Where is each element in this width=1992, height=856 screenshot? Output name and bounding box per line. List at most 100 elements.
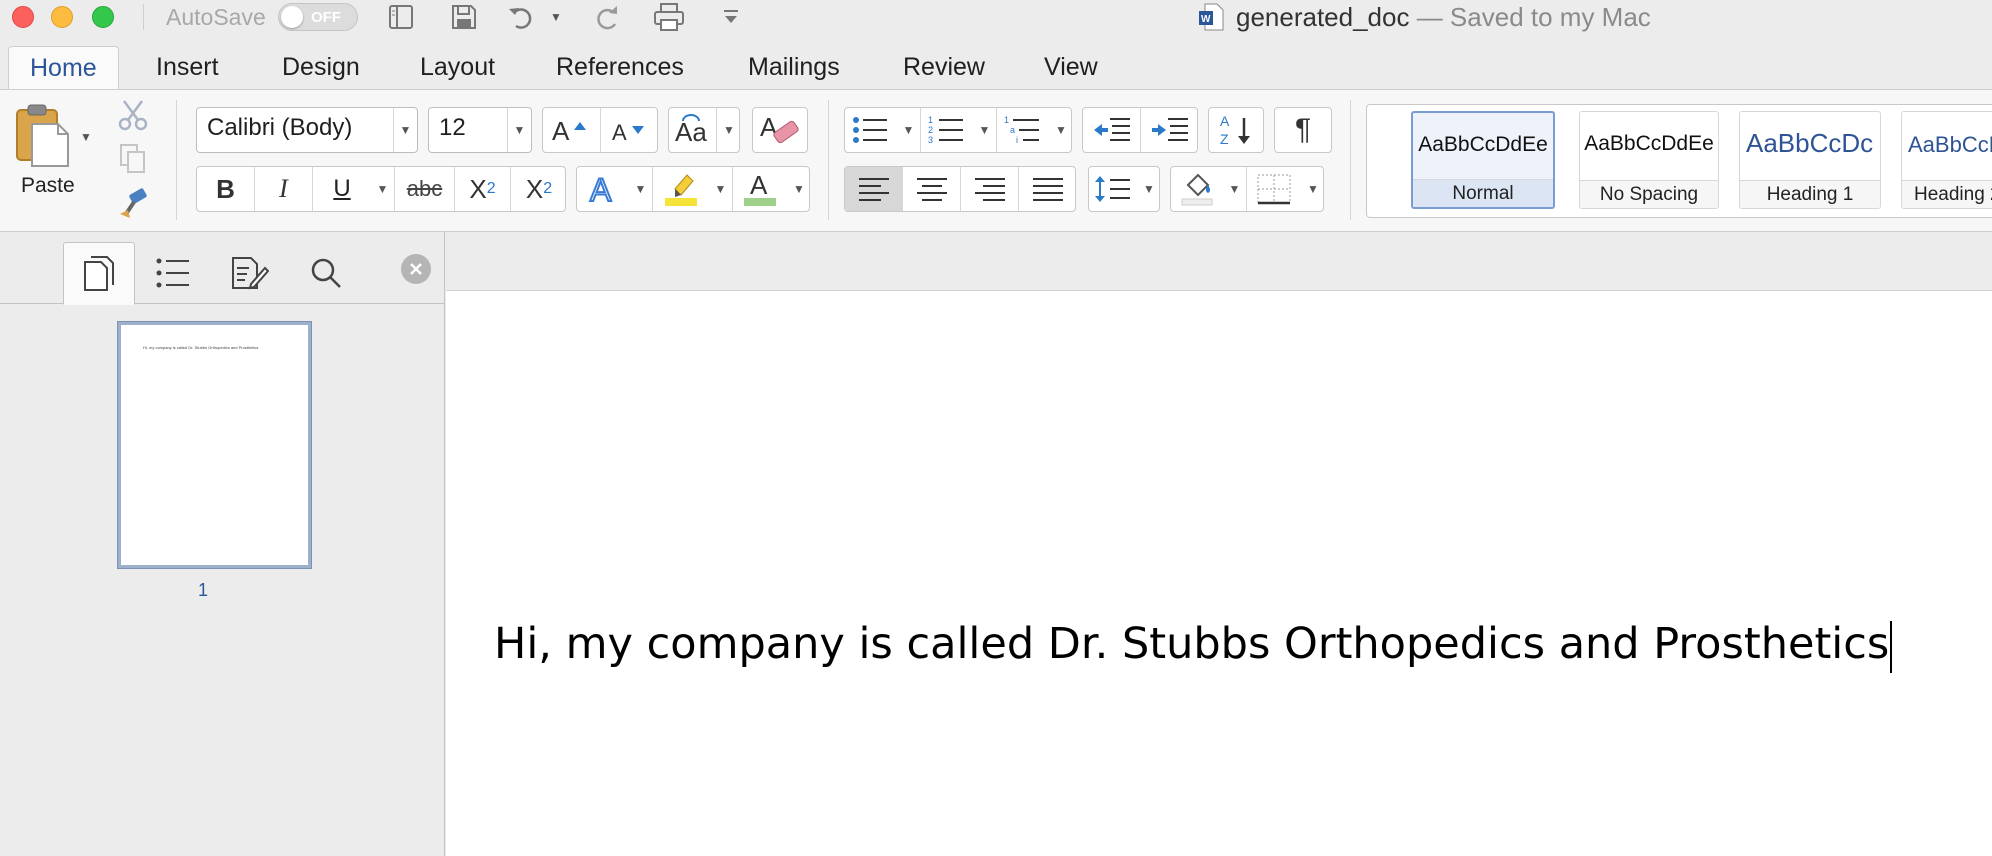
tab-review[interactable]: Review (903, 46, 985, 90)
numbering-button[interactable]: 123 (921, 108, 973, 152)
customize-toolbar-icon[interactable] (714, 0, 748, 34)
bullets-button[interactable] (845, 108, 897, 152)
font-size-combo[interactable]: 12 ▼ (428, 107, 532, 153)
paste-button[interactable] (14, 102, 80, 168)
underline-button[interactable]: U (313, 167, 371, 211)
tab-design[interactable]: Design (282, 46, 360, 90)
align-right-button[interactable] (961, 167, 1019, 211)
chevron-down-icon[interactable]: ▼ (1137, 167, 1161, 211)
chevron-down-icon[interactable]: ▼ (709, 167, 733, 211)
paste-dropdown-icon[interactable]: ▼ (80, 128, 92, 146)
cut-icon[interactable] (116, 98, 150, 137)
increase-indent-button[interactable] (1141, 108, 1199, 152)
svg-text:a: a (1010, 125, 1015, 135)
chevron-down-icon[interactable]: ▼ (973, 108, 997, 152)
style-heading-1[interactable]: AaBbCcDc Heading 1 (1739, 111, 1881, 209)
font-name-value: Calibri (Body) (207, 114, 353, 141)
undo-dropdown-icon[interactable]: ▼ (545, 0, 567, 34)
decrease-indent-button[interactable] (1083, 108, 1141, 152)
sort-button[interactable]: AZ (1208, 107, 1264, 153)
zoom-window-button[interactable] (92, 6, 114, 28)
highlight-button[interactable] (653, 167, 709, 211)
change-case-button[interactable]: Aa ▼ (668, 107, 740, 153)
superscript-button[interactable]: X2 (511, 167, 567, 211)
font-name-combo[interactable]: Calibri (Body) ▼ (196, 107, 418, 153)
chevron-down-icon[interactable]: ▼ (897, 108, 921, 152)
justify-button[interactable] (1019, 167, 1077, 211)
align-center-button[interactable] (903, 167, 961, 211)
autosave-toggle[interactable]: OFF (278, 3, 358, 31)
redo-icon[interactable] (590, 0, 624, 34)
chevron-down-icon[interactable]: ▼ (371, 167, 395, 211)
style-heading-2[interactable]: AaBbCcDd Heading 2 (1901, 111, 1992, 209)
close-pane-button[interactable] (401, 254, 431, 284)
thumbnail-text: Hi, my company is called Dr. Stubbs Orth… (143, 345, 259, 350)
svg-text:1: 1 (928, 115, 933, 125)
format-painter-icon[interactable] (116, 188, 150, 225)
thumbnails-icon (84, 255, 114, 291)
show-formatting-marks-button[interactable]: ¶ (1274, 107, 1332, 153)
ribbon-tabs: Home Insert Design Layout References Mai… (0, 46, 1992, 90)
svg-text:3: 3 (928, 135, 933, 145)
sidebar-toggle-icon[interactable] (384, 0, 418, 34)
tab-insert[interactable]: Insert (156, 46, 219, 90)
chevron-down-icon[interactable]: ▼ (1301, 167, 1325, 211)
search-icon (311, 258, 341, 288)
chevron-down-icon[interactable]: ▼ (717, 108, 741, 152)
tab-mailings[interactable]: Mailings (748, 46, 840, 90)
chevron-down-icon[interactable]: ▼ (1223, 167, 1247, 211)
multilevel-list-button[interactable]: 1ai (997, 108, 1049, 152)
borders-button[interactable] (1247, 167, 1301, 211)
chevron-down-icon[interactable]: ▼ (629, 167, 653, 211)
title-bar: AutoSave OFF ▼ W generated_doc — Saved t… (0, 0, 1992, 34)
font-color-button[interactable]: A (733, 167, 787, 211)
chevron-down-icon[interactable]: ▼ (1049, 108, 1073, 152)
close-window-button[interactable] (12, 6, 34, 28)
body-text: Hi, my company is called Dr. Stubbs Orth… (494, 619, 1890, 669)
page-thumbnail[interactable]: Hi, my company is called Dr. Stubbs Orth… (117, 321, 312, 569)
ribbon-separator (1350, 100, 1351, 220)
shading-button[interactable] (1171, 167, 1223, 211)
align-left-button[interactable] (845, 167, 903, 211)
tab-review-pane[interactable] (213, 242, 285, 304)
alignment-group (844, 166, 1076, 212)
text-effects-group: A ▼ ▼ A ▼ (576, 166, 810, 212)
document-page[interactable]: Hi, my company is called Dr. Stubbs Orth… (446, 290, 1992, 856)
undo-icon[interactable] (506, 0, 540, 34)
tab-thumbnails[interactable] (63, 242, 135, 305)
chevron-down-icon[interactable]: ▼ (507, 108, 531, 152)
tab-references[interactable]: References (556, 46, 684, 90)
line-spacing-button[interactable]: ▼ (1088, 166, 1160, 212)
print-icon[interactable] (652, 0, 686, 34)
tab-layout[interactable]: Layout (420, 46, 495, 90)
numbering-icon: 123 (928, 115, 963, 145)
grow-font-button[interactable]: A (543, 108, 601, 152)
shrink-font-button[interactable]: A (601, 108, 659, 152)
align-right-icon (974, 178, 1005, 201)
svg-text:A: A (1220, 113, 1230, 129)
chevron-down-icon[interactable]: ▼ (393, 108, 417, 152)
copy-icon[interactable] (118, 142, 148, 179)
bold-button[interactable]: B (197, 167, 255, 211)
titlebar-divider (143, 4, 144, 30)
chevron-down-icon[interactable]: ▼ (787, 167, 811, 211)
tab-view[interactable]: View (1044, 46, 1098, 90)
strikethrough-button[interactable]: abc (395, 167, 455, 211)
headings-list-icon (156, 258, 189, 288)
style-sample: AaBbCcDd (1908, 132, 1992, 157)
justify-icon (1033, 178, 1063, 201)
tab-search[interactable] (290, 242, 362, 304)
style-no-spacing[interactable]: AaBbCcDdEe No Spacing (1579, 111, 1719, 209)
italic-button[interactable]: I (255, 167, 313, 211)
tab-headings[interactable] (137, 242, 209, 304)
save-icon[interactable] (447, 0, 481, 34)
minimize-window-button[interactable] (51, 6, 73, 28)
edit-document-icon (232, 257, 269, 290)
style-normal[interactable]: AaBbCcDdEe Normal (1411, 111, 1555, 209)
clear-formatting-button[interactable]: A (752, 107, 808, 153)
tab-home[interactable]: Home (8, 46, 119, 90)
style-name: Normal (1413, 179, 1553, 207)
document-body-text[interactable]: Hi, my company is called Dr. Stubbs Orth… (494, 619, 1893, 673)
text-effects-button[interactable]: A (577, 167, 629, 211)
subscript-button[interactable]: X2 (455, 167, 511, 211)
